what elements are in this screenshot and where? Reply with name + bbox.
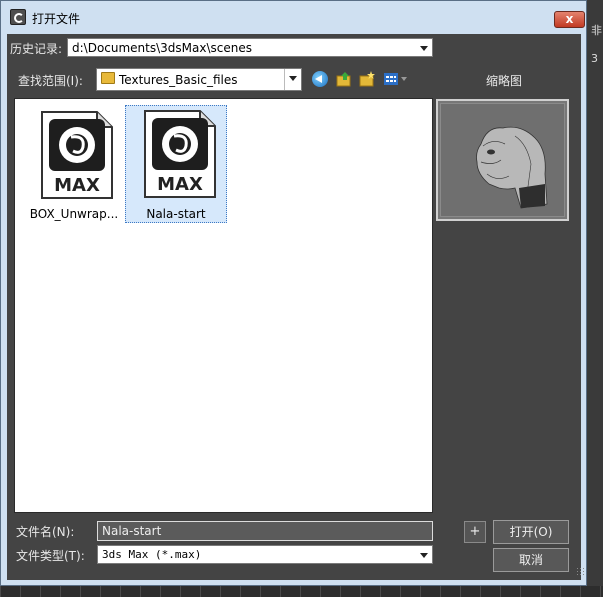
- close-button[interactable]: x: [554, 11, 585, 28]
- max-icon-text: MAX: [54, 175, 100, 196]
- filename-input[interactable]: [97, 521, 433, 541]
- background-text: 非: [591, 24, 602, 37]
- chevron-down-icon[interactable]: [401, 77, 407, 81]
- thumbnail-preview: [436, 99, 569, 221]
- filetype-dropdown[interactable]: 3ds Max (*.max): [97, 545, 433, 564]
- folder-icon: [101, 72, 115, 84]
- back-icon[interactable]: [312, 71, 328, 87]
- chevron-down-icon: [416, 546, 432, 563]
- chevron-down-icon: [416, 39, 432, 56]
- history-value: d:\Documents\3dsMax\scenes: [72, 41, 252, 55]
- background-timeline-strip: [0, 586, 603, 597]
- file-list[interactable]: MAX BOX_Unwrap... MAX Nala-start: [14, 98, 433, 513]
- file-name: BOX_Unwrap...: [29, 207, 119, 221]
- views-menu-icon[interactable]: [383, 71, 399, 87]
- title-bar[interactable]: 打开文件 x: [1, 1, 586, 33]
- cancel-button[interactable]: 取消: [493, 548, 569, 572]
- history-label: 历史记录:: [10, 42, 63, 56]
- open-button[interactable]: 打开(O): [493, 520, 569, 544]
- lookin-dropdown[interactable]: Textures_Basic_files: [96, 68, 302, 91]
- resize-grip-icon[interactable]: [576, 567, 586, 577]
- chevron-down-icon: [284, 69, 301, 90]
- file-item[interactable]: MAX BOX_Unwrap...: [23, 106, 125, 224]
- up-folder-icon[interactable]: [336, 71, 352, 87]
- background-app-strip: 非 3: [585, 0, 603, 597]
- filename-label: 文件名(N):: [16, 525, 75, 539]
- file-item-selected[interactable]: MAX Nala-start: [125, 105, 227, 223]
- panther-head-preview: [476, 126, 548, 209]
- max-file-icon: MAX: [41, 111, 113, 199]
- max-file-icon: MAX: [144, 110, 216, 198]
- filetype-value: 3ds Max (*.max): [102, 548, 202, 561]
- thumbnail-title: 缩略图: [486, 74, 523, 88]
- background-text: 3: [591, 52, 598, 65]
- thumbnail-image: [440, 103, 565, 217]
- dialog-title: 打开文件: [32, 12, 81, 26]
- app-icon: [10, 9, 26, 25]
- file-name: Nala-start: [146, 207, 206, 221]
- lookin-value: Textures_Basic_files: [119, 73, 238, 87]
- filetype-label: 文件类型(T):: [16, 549, 85, 563]
- add-button[interactable]: +: [464, 521, 486, 543]
- max-icon-text: MAX: [157, 174, 203, 195]
- new-folder-icon[interactable]: [359, 71, 375, 87]
- lookin-label: 查找范围(I):: [18, 74, 83, 88]
- history-dropdown[interactable]: d:\Documents\3dsMax\scenes: [67, 38, 433, 57]
